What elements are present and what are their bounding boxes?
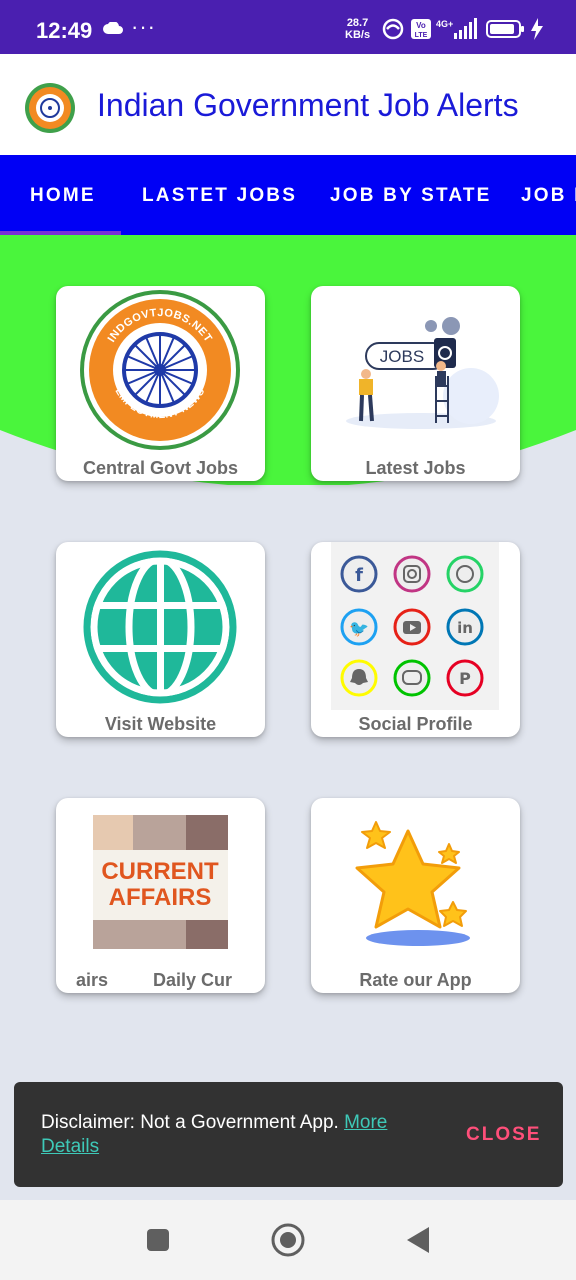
- tab-job-by-more[interactable]: JOB B: [521, 185, 576, 207]
- svg-text:4G+: 4G+: [436, 19, 453, 29]
- cloud-icon: [103, 22, 123, 34]
- card-central-govt-jobs[interactable]: INDGOVTJOBS.NET EMPLOYMENT NEWS Central …: [56, 286, 265, 481]
- current-affairs-image: CURRENT AFFAIRS: [93, 815, 228, 949]
- svg-text:CURRENT: CURRENT: [101, 858, 219, 885]
- svg-text:Vo: Vo: [416, 21, 426, 30]
- card-latest-jobs[interactable]: JOBS Latest Jobs: [311, 286, 520, 481]
- svg-text:AFFAIRS: AFFAIRS: [109, 884, 212, 911]
- disclaimer-snackbar: Disclaimer: Not a Government App. More D…: [14, 1082, 563, 1187]
- svg-text:P: P: [459, 669, 471, 688]
- volte-icon: Vo LTE: [411, 19, 431, 39]
- battery-icon: [486, 20, 524, 38]
- svg-text:in: in: [457, 619, 473, 637]
- system-nav-bar: [0, 1200, 576, 1280]
- charging-icon: [531, 18, 543, 40]
- card-label: Rate our App: [359, 970, 472, 990]
- svg-text:f: f: [355, 565, 363, 586]
- disclaimer-message: Disclaimer: Not a Government App. More D…: [41, 1112, 388, 1157]
- net-speed: 28.7 KB/s: [345, 17, 371, 41]
- app-logo: [25, 83, 75, 133]
- back-icon[interactable]: [400, 1222, 436, 1258]
- app-bar: Indian Government Job Alerts: [0, 54, 576, 155]
- card-social-profile[interactable]: f 🐦 in P Social Profile: [311, 542, 520, 737]
- card-label: Central Govt Jobs: [82, 458, 239, 478]
- status-time: 12:49: [36, 18, 93, 43]
- card-label: Latest Jobs: [365, 458, 466, 478]
- close-button[interactable]: CLOSE: [466, 1124, 541, 1146]
- card-daily-current-affairs[interactable]: CURRENT AFFAIRS airs Daily Cur: [56, 798, 265, 993]
- status-bar: 12:49 ··· 28.7 KB/s Vo LTE 4G+: [0, 0, 576, 54]
- tab-job-by-state[interactable]: JOB BY STATE: [330, 185, 492, 207]
- hotspot-icon: [382, 18, 404, 40]
- star-rating-icon: [355, 821, 470, 946]
- social-icons-grid: f 🐦 in P: [331, 542, 499, 710]
- svg-text:🐦: 🐦: [349, 619, 369, 638]
- globe-icon: [83, 550, 237, 704]
- card-label-marquee: airs Daily Cur: [76, 970, 233, 990]
- indgovtjobs-emblem-icon: INDGOVTJOBS.NET EMPLOYMENT NEWS: [80, 290, 240, 450]
- signal-4g-icon: 4G+: [436, 18, 477, 39]
- more-dots-icon: ···: [131, 14, 156, 39]
- svg-text:JOBS: JOBS: [380, 347, 424, 366]
- card-label: Social Profile: [358, 714, 473, 734]
- tab-bar: HOME LASTET JOBS JOB BY STATE JOB B: [0, 155, 576, 235]
- tab-home[interactable]: HOME: [30, 185, 96, 207]
- tab-latest-jobs[interactable]: LASTET JOBS: [142, 185, 297, 207]
- home-icon[interactable]: [270, 1222, 306, 1258]
- app-title: Indian Government Job Alerts: [97, 87, 519, 123]
- card-visit-website[interactable]: Visit Website: [56, 542, 265, 737]
- card-rate-our-app[interactable]: Rate our App: [311, 798, 520, 993]
- jobs-search-illustration-icon: JOBS: [346, 317, 499, 429]
- card-label: Visit Website: [104, 714, 217, 734]
- svg-text:LTE: LTE: [415, 32, 428, 39]
- recents-icon[interactable]: [140, 1222, 176, 1258]
